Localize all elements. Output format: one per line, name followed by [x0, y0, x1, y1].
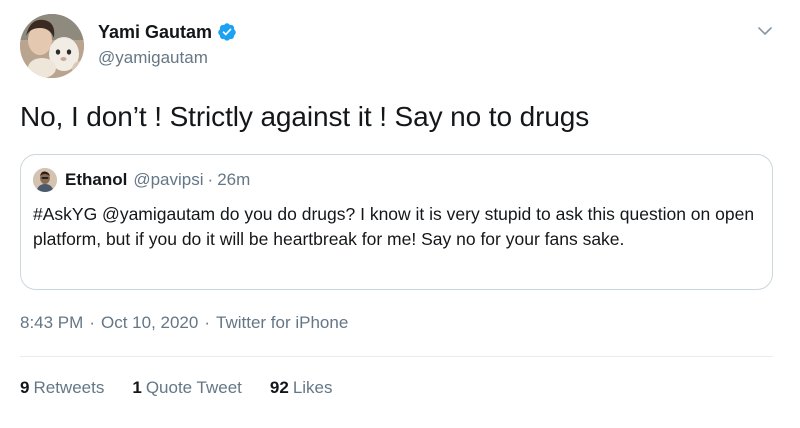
- meta-separator: ·: [204, 313, 210, 332]
- tweet-card: Yami Gautam @yamigautam No, I don’t ! St…: [0, 0, 800, 428]
- retweets-label: Retweets: [33, 378, 105, 397]
- tweet-text: No, I don’t ! Strictly against it ! Say …: [20, 101, 590, 132]
- display-name[interactable]: Yami Gautam: [98, 22, 212, 43]
- tweet-meta: 8:43 PM · Oct 10, 2020 · Twitter for iPh…: [20, 313, 348, 333]
- avatar[interactable]: [20, 14, 84, 78]
- tweet-date[interactable]: Oct 10, 2020: [101, 313, 198, 333]
- verified-badge-icon: [217, 22, 237, 42]
- quote-tweets-count: 1: [132, 378, 142, 397]
- quote-tweets-label: Quote Tweet: [145, 378, 242, 397]
- quoted-tweet-card[interactable]: Ethanol @pavipsi · 26m #AskYG @yamigauta…: [20, 154, 773, 290]
- chevron-down-icon[interactable]: [756, 22, 774, 40]
- quoted-timestamp[interactable]: 26m: [217, 170, 250, 190]
- quoted-tweet-header: Ethanol @pavipsi · 26m: [33, 167, 250, 193]
- quote-tweets-stat[interactable]: 1 Quote Tweet: [132, 378, 242, 398]
- quoted-separator: ·: [207, 170, 214, 189]
- divider: [20, 356, 773, 357]
- retweets-stat[interactable]: 9 Retweets: [20, 378, 104, 398]
- quoted-tweet-text: #AskYG @yamigautam do you do drugs? I kn…: [33, 204, 755, 249]
- avatar-photo: [20, 14, 84, 78]
- quoted-handle[interactable]: @pavipsi: [133, 170, 203, 190]
- tweet-time[interactable]: 8:43 PM: [20, 313, 83, 333]
- author-block: Yami Gautam @yamigautam: [98, 20, 237, 68]
- likes-stat[interactable]: 92 Likes: [270, 378, 333, 398]
- tweet-stats: 9 Retweets 1 Quote Tweet 92 Likes: [20, 378, 361, 398]
- display-name-row: Yami Gautam: [98, 20, 237, 44]
- handle[interactable]: @yamigautam: [98, 48, 237, 68]
- retweets-count: 9: [20, 378, 30, 397]
- quoted-avatar: [33, 168, 57, 192]
- quoted-display-name[interactable]: Ethanol: [65, 170, 127, 190]
- meta-separator: ·: [89, 313, 95, 332]
- likes-label: Likes: [292, 378, 333, 397]
- likes-count: 92: [269, 378, 289, 397]
- tweet-source[interactable]: Twitter for iPhone: [216, 313, 348, 333]
